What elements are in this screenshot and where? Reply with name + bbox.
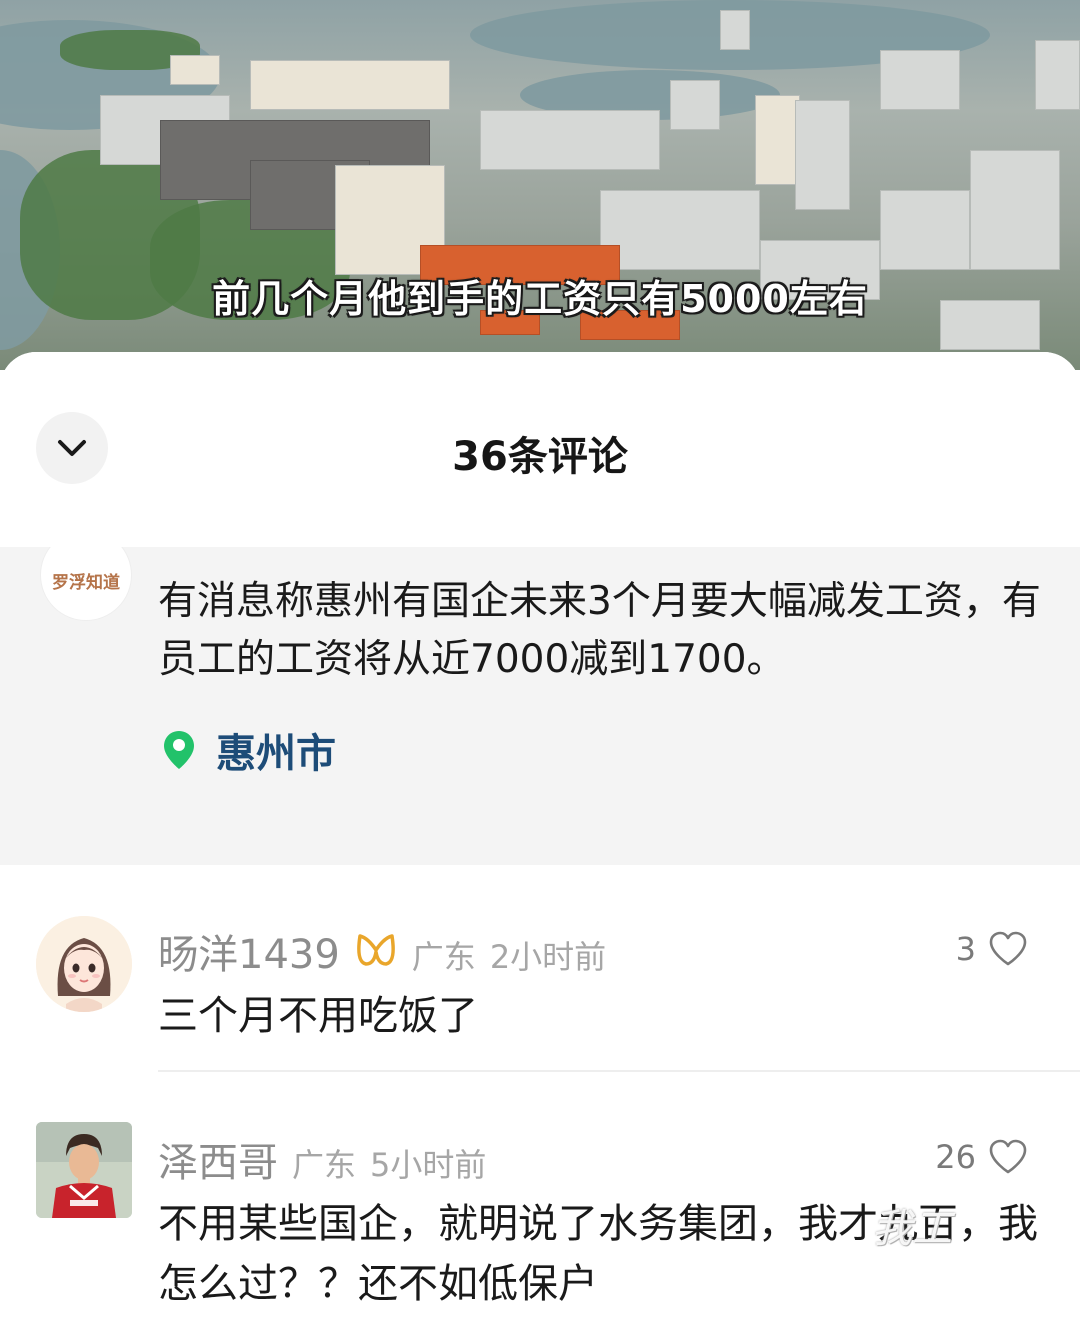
like-button[interactable]: 26 xyxy=(935,1138,1028,1176)
comment-username[interactable]: 旸洋1439 xyxy=(158,922,340,980)
comment-divider xyxy=(158,1070,1080,1072)
comment-username[interactable]: 泽西哥 xyxy=(158,1130,278,1188)
post-author-logo-text: 罗浮知道 xyxy=(52,572,120,593)
video-subtitle: 前几个月他到手的工资只有5000左右 xyxy=(212,277,868,321)
girl-avatar-illustration xyxy=(36,916,132,1012)
comment-time: 2小时前 xyxy=(489,938,607,976)
comments-header: 36条评论 xyxy=(0,352,1080,547)
like-count: 3 xyxy=(955,930,976,968)
comment-time: 5小时前 xyxy=(370,1146,487,1184)
comment-header: 泽西哥 广东 5小时前 xyxy=(158,1130,486,1188)
app-watermark: 我工 xyxy=(872,1206,952,1252)
video-player[interactable]: 前几个月他到手的工资只有5000左右 xyxy=(0,0,1080,370)
heart-outline-icon xyxy=(989,931,1027,966)
comment-region: 广东 xyxy=(292,1146,357,1184)
heart-outline-icon xyxy=(989,1139,1027,1174)
comment-header: 旸洋1439 广东 2小时前 xyxy=(158,922,606,980)
commenter-avatar[interactable] xyxy=(36,1122,132,1218)
source-post-card[interactable]: 罗浮知道 有消息称惠州有国企未来3个月要大幅减发工资，有员工的工资将从近7000… xyxy=(0,529,1080,865)
vip-badge-icon xyxy=(356,934,395,966)
post-location-link[interactable]: 惠州市 xyxy=(162,721,336,779)
comments-sheet: 36条评论 罗浮知道 有消息称惠州有国企未来3个月要大幅减发工资，有员工的工资将… xyxy=(0,352,1080,1341)
map-pin-icon xyxy=(164,731,194,769)
comments-count-title: 36条评论 xyxy=(452,434,628,480)
comment-region: 广东 xyxy=(411,938,476,976)
comment-text: 三个月不用吃饭了 xyxy=(158,993,478,1039)
like-count: 26 xyxy=(935,1138,976,1176)
post-text: 有消息称惠州有国企未来3个月要大幅减发工资，有员工的工资将从近7000减到170… xyxy=(158,579,1041,682)
like-button[interactable]: 3 xyxy=(956,930,1028,968)
post-location-label: 惠州市 xyxy=(216,731,336,777)
comment-item: 旸洋1439 广东 2小时前 3 三个月不用吃饭了 xyxy=(0,912,1080,1072)
commenter-avatar[interactable] xyxy=(36,916,132,1012)
basketball-player-avatar-illustration xyxy=(36,1122,132,1218)
